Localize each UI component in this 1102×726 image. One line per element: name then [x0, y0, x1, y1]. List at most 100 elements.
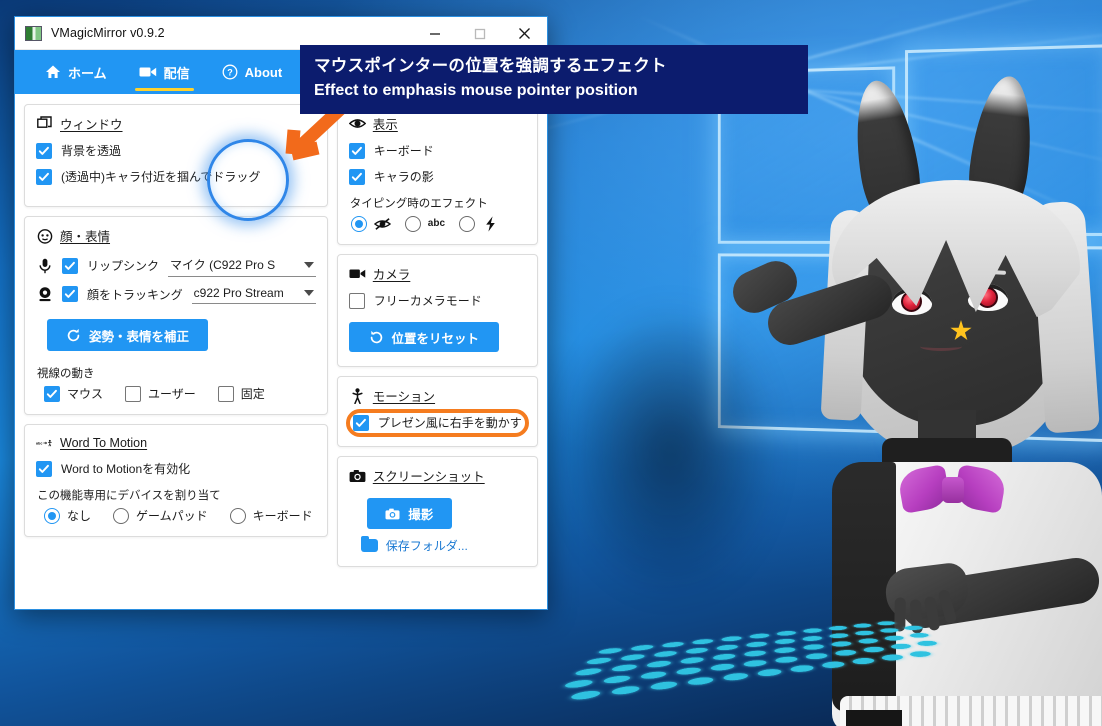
right-column: 表示 キーボード キャラの影 タイピング時のエフェクト abc カメラ フリーカ… — [336, 104, 538, 567]
face-tracking-label: 顔をトラッキング — [87, 287, 183, 302]
tab-about-label: About — [244, 64, 283, 80]
presentation-motion-label: プレゼン風に右手を動かす — [377, 416, 522, 430]
device-gamepad-radio[interactable] — [113, 507, 130, 524]
gaze-mouse-checkbox[interactable] — [44, 385, 60, 402]
tab-home-label: ホーム — [68, 65, 107, 81]
tab-streaming[interactable]: 配信 — [123, 50, 206, 94]
motion-settings-card: モーション プレゼン風に右手を動かす — [336, 376, 538, 447]
character-shadow-label: キャラの影 — [373, 170, 434, 184]
typing-effect-options: abc — [349, 215, 526, 232]
webcam-icon — [36, 286, 53, 303]
motion-card-title: モーション — [372, 390, 436, 404]
screenshot-card-title: スクリーンショット — [372, 470, 485, 484]
person-icon — [349, 387, 366, 404]
word-to-motion-title: Word To Motion — [60, 435, 148, 450]
screen: VMagicMirror v0.9.2 ホーム 配信 ? About ウィンドウ… — [0, 0, 1102, 726]
tooltip-line-jp: マウスポインターの位置を強調するエフェクト — [314, 57, 667, 75]
calibrate-button[interactable]: 姿勢・表情を補正 — [47, 319, 208, 351]
save-folder-label: 保存フォルダ... — [385, 539, 468, 553]
word-to-motion-enable-checkbox[interactable] — [36, 460, 52, 477]
device-assign-label: この機能専用にデバイスを割り当て — [37, 490, 221, 502]
gaze-user-label: ユーザー — [148, 387, 196, 401]
typing-effect-text[interactable]: abc — [404, 215, 446, 232]
word-to-motion-enable-label: Word to Motionを有効化 — [61, 462, 191, 476]
calibrate-button-label: 姿勢・表情を補正 — [88, 329, 189, 344]
home-icon — [45, 64, 61, 80]
gaze-options: マウス ユーザー 固定 — [36, 385, 316, 402]
device-keyboard-radio[interactable] — [229, 507, 246, 524]
window-icon — [36, 115, 53, 132]
capture-button-label: 撮影 — [408, 508, 434, 522]
device-option-none[interactable]: なし — [44, 507, 91, 524]
free-camera-row[interactable]: フリーカメラモード — [348, 292, 526, 309]
typing-effect-none[interactable] — [350, 215, 391, 232]
presentation-motion-wrapper: プレゼン風に右手を動かす — [345, 409, 529, 437]
camera-card-header: カメラ — [349, 264, 526, 283]
camera-card-title: カメラ — [372, 268, 411, 282]
minimize-icon — [429, 32, 440, 35]
gaze-user-checkbox[interactable] — [125, 385, 142, 402]
maximize-icon — [474, 28, 485, 39]
avatar-mouth — [920, 342, 962, 351]
typing-effect-spark-radio[interactable] — [459, 215, 476, 232]
microphone-device-select[interactable]: マイク (C922 Pro S — [168, 254, 316, 277]
show-keyboard-row[interactable]: キーボード — [348, 142, 526, 159]
save-folder-link[interactable]: 保存フォルダ... — [360, 536, 526, 554]
presentation-motion-row[interactable]: プレゼン風に右手を動かす — [352, 414, 524, 431]
transparent-background-checkbox[interactable] — [36, 142, 52, 159]
screenshot-card-header: スクリーンショット — [349, 466, 526, 485]
face-tracking-checkbox[interactable] — [62, 286, 78, 302]
video-camera-icon — [139, 65, 157, 79]
avatar-skirt-shade — [846, 710, 902, 726]
show-keyboard-label: キーボード — [373, 144, 434, 158]
question-circle-icon: ? — [222, 64, 238, 80]
gaze-fixed-checkbox[interactable] — [217, 385, 234, 402]
device-none-radio[interactable] — [44, 507, 60, 524]
free-camera-label: フリーカメラモード — [373, 294, 482, 308]
refresh-icon — [370, 330, 382, 343]
face-card-title: 顔・表情 — [60, 230, 111, 244]
lipsync-row[interactable]: リップシンク マイク (C922 Pro S — [36, 254, 316, 277]
abc-to-person-icon: abc — [36, 434, 53, 451]
free-camera-checkbox[interactable] — [348, 292, 365, 309]
typing-effect-label: タイピング時のエフェクト — [349, 198, 488, 210]
gaze-option-mouse[interactable]: マウス — [44, 385, 103, 402]
svg-text:?: ? — [227, 68, 233, 78]
svg-text:abc: abc — [36, 441, 42, 445]
typing-effect-text-radio[interactable] — [404, 215, 421, 232]
device-option-gamepad[interactable]: ゲームパッド — [113, 507, 208, 524]
face-settings-card: 顔・表情 リップシンク マイク (C922 Pro S 顔をトラッキング c92… — [24, 216, 328, 415]
face-card-header: 顔・表情 — [36, 226, 316, 245]
face-tracking-row[interactable]: 顔をトラッキング c922 Pro Stream — [36, 284, 316, 304]
window-title: VMagicMirror v0.9.2 — [51, 26, 165, 40]
camera-settings-card: カメラ フリーカメラモード 位置をリセット — [336, 254, 538, 367]
chevron-down-icon — [303, 261, 314, 268]
lightning-icon — [482, 215, 499, 232]
device-gamepad-label: ゲームパッド — [136, 509, 208, 523]
capture-button[interactable]: 撮影 — [366, 498, 452, 529]
drag-character-checkbox[interactable] — [36, 168, 52, 185]
typing-effect-spark[interactable] — [459, 215, 499, 232]
word-to-motion-header: abc Word To Motion — [36, 434, 316, 451]
reset-position-button[interactable]: 位置をリセット — [348, 322, 499, 352]
avatar-bowtie — [896, 464, 1008, 514]
character-shadow-row[interactable]: キャラの影 — [348, 168, 526, 185]
transparent-background-label: 背景を透過 — [61, 144, 122, 158]
display-card-header: 表示 — [348, 114, 526, 133]
motion-card-header: モーション — [349, 386, 526, 405]
lipsync-checkbox[interactable] — [62, 257, 78, 274]
abc-icon: abc — [427, 218, 446, 229]
screenshot-settings-card: スクリーンショット 撮影 保存フォルダ... — [336, 456, 538, 567]
window-card-title: ウィンドウ — [60, 118, 123, 132]
camera-device-select[interactable]: c922 Pro Stream — [191, 284, 316, 304]
refresh-icon — [67, 328, 80, 341]
typing-effect-none-radio[interactable] — [350, 215, 367, 232]
tab-home[interactable]: ホーム — [29, 50, 123, 94]
device-option-keyboard[interactable]: キーボード — [229, 507, 313, 524]
gaze-option-user[interactable]: ユーザー — [125, 385, 196, 402]
tooltip-line-en: Effect to emphasis mouse pointer positio… — [314, 82, 638, 99]
word-to-motion-enable-row[interactable]: Word to Motionを有効化 — [36, 460, 316, 477]
tab-about[interactable]: ? About — [206, 50, 299, 94]
gaze-option-fixed[interactable]: 固定 — [217, 385, 265, 402]
presentation-motion-checkbox[interactable] — [352, 414, 369, 431]
